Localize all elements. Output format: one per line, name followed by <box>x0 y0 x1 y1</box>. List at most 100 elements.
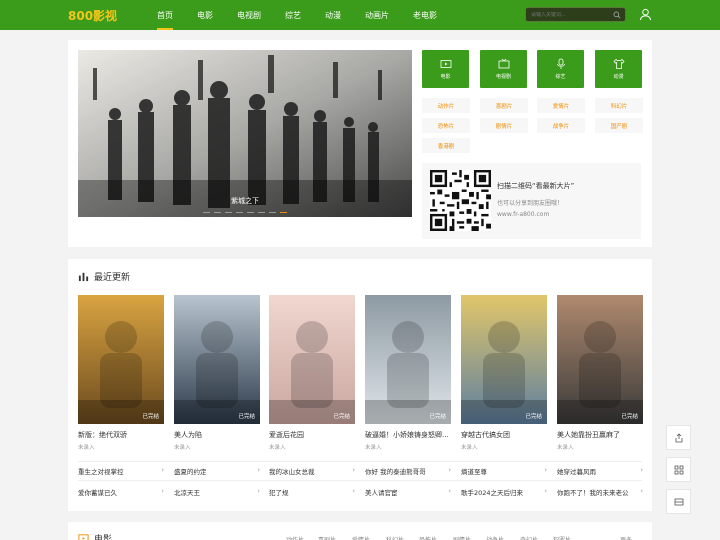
update-link[interactable]: 犯了规 › <box>269 487 355 497</box>
movie-subcategory-link[interactable]: 恐怖片 <box>419 535 437 540</box>
qr-code <box>430 170 491 231</box>
update-link[interactable]: 爱你蓄谋已久 › <box>78 487 164 497</box>
chevron-right-icon: › <box>544 487 547 495</box>
poster-title[interactable]: 爱逝后花园 <box>269 430 304 440</box>
movie-subcategory-link[interactable]: 战争片 <box>486 535 504 540</box>
movie-subcategory-link[interactable]: 剧情片 <box>453 535 471 540</box>
nav-anime[interactable]: 动漫 <box>317 0 349 30</box>
poster-card[interactable]: 已完结 <box>269 295 355 424</box>
tag-scifi[interactable]: 科幻片 <box>595 98 643 113</box>
poster-title[interactable]: 穿越古代搞女团 <box>461 430 510 440</box>
nav-variety[interactable]: 综艺 <box>277 0 309 30</box>
banner-dot[interactable] <box>258 211 265 213</box>
update-link[interactable]: 歌手2024之天后归来 › <box>461 487 547 497</box>
latest-heading-text: 最近更新 <box>94 273 131 283</box>
update-link[interactable]: 我的冰山女总裁 › <box>269 466 355 476</box>
update-link[interactable]: 她穿过暮风雨 › <box>557 466 643 476</box>
film-icon <box>78 534 89 540</box>
banner-carousel[interactable]: 紫城之下 <box>78 50 412 217</box>
movie-subcategory-link[interactable]: 奇幻片 <box>520 535 538 540</box>
tag-war[interactable]: 战争片 <box>537 118 585 133</box>
chevron-right-icon: › <box>640 487 643 495</box>
poster-subtitle: 未录入 <box>78 445 95 451</box>
tag-hongkong-series[interactable]: 香港剧 <box>422 138 470 153</box>
poster-title[interactable]: 美人为陷 <box>174 430 202 440</box>
banner-dot[interactable] <box>247 211 254 213</box>
shirt-icon <box>612 58 625 69</box>
update-link-text: 重生之对视掌控 <box>78 468 124 476</box>
category-anime[interactable]: 动漫 <box>595 50 642 88</box>
search-icon[interactable] <box>613 11 621 19</box>
update-link[interactable]: 盛夏的约定 › <box>174 466 260 476</box>
film-icon <box>440 60 451 68</box>
feedback-button[interactable] <box>666 489 691 514</box>
chevron-right-icon: › <box>161 466 164 474</box>
nav-cartoon[interactable]: 动画片 <box>357 0 397 30</box>
poster-card[interactable]: 已完结 <box>461 295 547 424</box>
status-badge: 已完结 <box>429 414 446 420</box>
category-tv[interactable]: 电视剧 <box>480 50 527 88</box>
banner-dot[interactable] <box>225 211 232 213</box>
nav-classic[interactable]: 老电影 <box>405 0 445 30</box>
poster-title[interactable]: 破逼婚！小娇娘铸身怒卿... <box>365 430 449 440</box>
grid-button[interactable] <box>666 457 691 482</box>
poster-image <box>78 295 164 424</box>
poster-card[interactable]: 已完结 <box>78 295 164 424</box>
tag-domestic-series[interactable]: 国产剧 <box>595 118 643 133</box>
user-icon[interactable] <box>639 8 652 21</box>
tag-drama[interactable]: 剧情片 <box>480 118 528 133</box>
banner-dot[interactable] <box>203 211 210 213</box>
tag-horror[interactable]: 恐怖片 <box>422 118 470 133</box>
poster-subtitle: 未录入 <box>461 445 478 451</box>
nav-tv[interactable]: 电视剧 <box>229 0 269 30</box>
tag-action[interactable]: 动作片 <box>422 98 470 113</box>
update-link[interactable]: 你好 我的泰迪熊哥哥 › <box>365 466 451 476</box>
category-variety[interactable]: 综艺 <box>537 50 584 88</box>
update-link[interactable]: 你跑不了！我的未来老公 › <box>557 487 643 497</box>
movie-subcategory-link[interactable]: 动作片 <box>286 535 304 540</box>
movie-subcategory-link[interactable]: 喜剧片 <box>318 535 336 540</box>
update-link[interactable]: 重生之对视掌控 › <box>78 466 164 476</box>
banner-pagination <box>78 211 412 213</box>
poster-card[interactable]: 已完结 <box>365 295 451 424</box>
category-movies[interactable]: 电影 <box>422 50 469 88</box>
update-link-text: 犯了规 <box>269 489 289 497</box>
movie-subcategory-link[interactable]: 犯罪片 <box>553 535 571 540</box>
poster-subtitle: 未录入 <box>365 445 382 451</box>
nav-home[interactable]: 首页 <box>149 0 181 30</box>
search-input[interactable] <box>526 11 612 18</box>
status-badge: 已完结 <box>142 414 159 420</box>
update-link-text: 她穿过暮风雨 <box>557 468 596 476</box>
update-link[interactable]: 熵道至尊 › <box>461 466 547 476</box>
update-link-text: 北凉天王 <box>174 489 200 497</box>
tv-icon <box>498 58 509 69</box>
movie-subcategory-link[interactable]: 科幻片 <box>386 535 404 540</box>
site-logo[interactable]: 800影视 <box>68 7 117 24</box>
update-link-text: 你跑不了！我的未来老公 <box>557 489 629 497</box>
poster-card[interactable]: 已完结 <box>557 295 643 424</box>
category-label: 电影 <box>440 74 451 80</box>
nav-movies[interactable]: 电影 <box>189 0 221 30</box>
category-label: 综艺 <box>555 74 566 80</box>
grid-icon <box>674 465 683 474</box>
tag-romance[interactable]: 爱情片 <box>537 98 585 113</box>
qr-url[interactable]: www.fr-a800.com <box>497 211 549 218</box>
banner-caption[interactable]: 紫城之下 <box>78 196 412 206</box>
chevron-right-icon: › <box>544 466 547 474</box>
category-label: 动漫 <box>613 74 624 80</box>
chevron-right-icon: › <box>161 487 164 495</box>
category-label: 电视剧 <box>495 74 511 80</box>
poster-title[interactable]: 美人她靠扮丑赢麻了 <box>557 430 620 440</box>
banner-dot[interactable] <box>214 211 221 213</box>
movie-subcategory-link[interactable]: 爱情片 <box>352 535 370 540</box>
banner-dot-active[interactable] <box>280 211 287 213</box>
banner-dot[interactable] <box>269 211 276 213</box>
banner-dot[interactable] <box>236 211 243 213</box>
poster-card[interactable]: 已完结 <box>174 295 260 424</box>
tag-comedy[interactable]: 喜剧片 <box>480 98 528 113</box>
poster-title[interactable]: 新版：绝代双骄 <box>78 430 127 440</box>
share-button[interactable] <box>666 425 691 450</box>
update-link[interactable]: 美人请官宦 › <box>365 487 451 497</box>
update-link[interactable]: 北凉天王 › <box>174 487 260 497</box>
movie-subcategory-link[interactable]: 更多 <box>620 535 632 540</box>
